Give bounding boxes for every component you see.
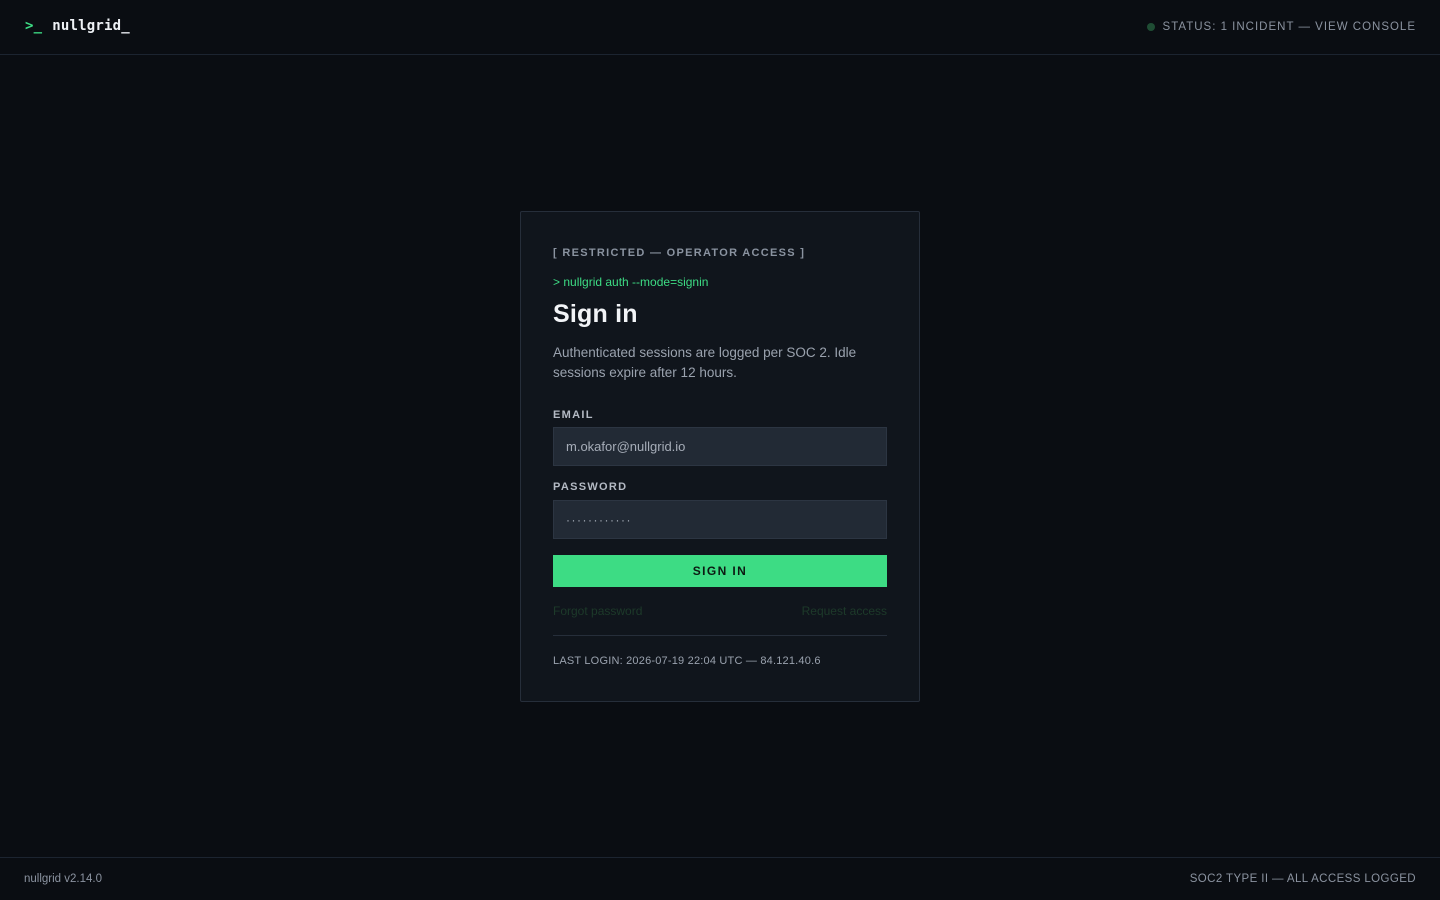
divider: [553, 635, 887, 636]
subtitle: Authenticated sessions are logged per SO…: [553, 345, 857, 380]
compliance-label: SOC2 TYPE II — ALL ACCESS LOGGED: [1189, 873, 1416, 885]
status-text: STATUS: 1 INCIDENT — VIEW CONSOLE: [1162, 21, 1416, 33]
last-login-info: LAST LOGIN: 2026-07-19 22:04 UTC — 84.12…: [553, 655, 821, 667]
brand-logo[interactable]: >_ nullgrid_: [25, 18, 130, 34]
command-line: > nullgrid auth --mode=signin: [553, 275, 709, 289]
version-label: nullgrid v2.14.0: [24, 873, 102, 885]
top-bar: >_ nullgrid_ STATUS: 1 INCIDENT — VIEW C…: [0, 0, 1440, 55]
forgot-password-link[interactable]: Forgot password: [553, 604, 642, 618]
page-title: Sign in: [553, 300, 638, 328]
request-access-link[interactable]: Request access: [802, 604, 887, 618]
footer: nullgrid v2.14.0 SOC2 TYPE II — ALL ACCE…: [0, 857, 1440, 900]
status-link[interactable]: STATUS: 1 INCIDENT — VIEW CONSOLE: [1146, 21, 1416, 33]
email-label: EMAIL: [553, 409, 594, 421]
password-field[interactable]: [553, 500, 887, 539]
status-dot-icon: [1146, 23, 1155, 31]
restricted-label: [ RESTRICTED — OPERATOR ACCESS ]: [553, 247, 806, 259]
sign-in-button[interactable]: SIGN IN: [553, 555, 887, 587]
password-label: PASSWORD: [553, 481, 628, 493]
brand-name: nullgrid_: [52, 18, 130, 34]
terminal-prompt-icon: >_: [25, 18, 43, 34]
signin-card: [ RESTRICTED — OPERATOR ACCESS ] > nullg…: [520, 211, 920, 702]
email-field[interactable]: [553, 427, 887, 466]
